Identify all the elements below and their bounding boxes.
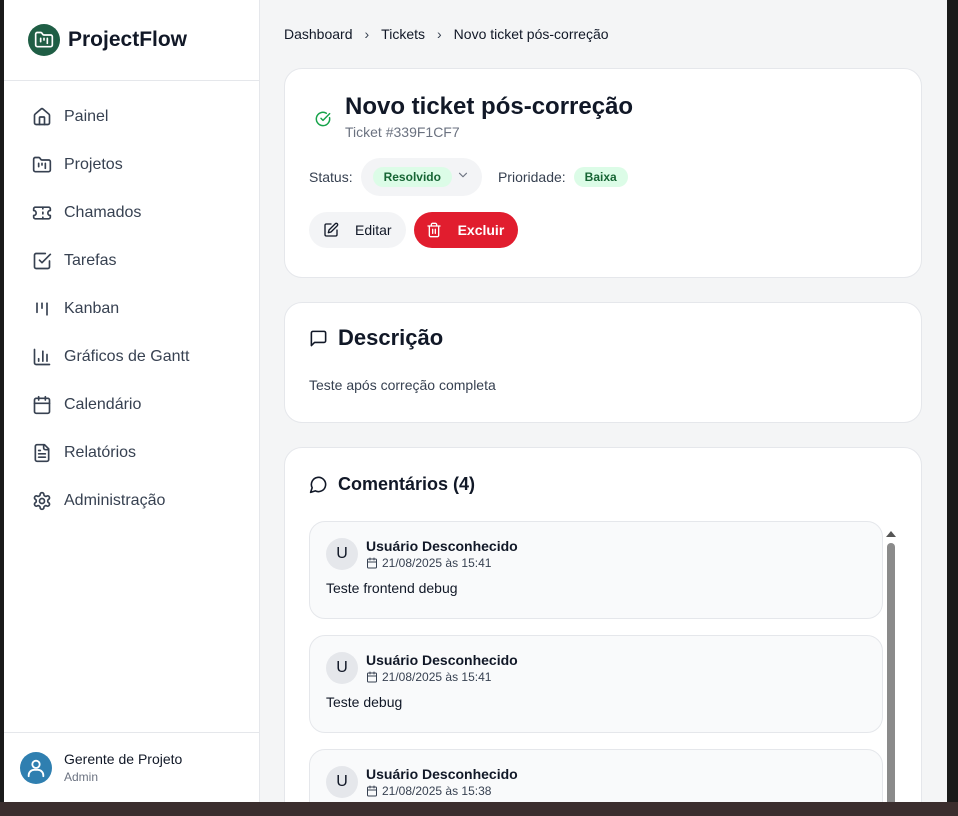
calendar-icon — [32, 395, 52, 415]
comment-author: Usuário Desconhecido — [366, 538, 518, 554]
trash-icon — [426, 222, 442, 238]
status-label: Status: — [309, 168, 353, 185]
sidebar-item-label: Gráficos de Gantt — [64, 348, 190, 365]
comments-scrollbar[interactable] — [885, 526, 897, 802]
sidebar-item-calendario[interactable]: Calendário — [4, 381, 259, 429]
ticket-card: Novo ticket pós-correção Ticket #339F1CF… — [284, 68, 922, 278]
brand-name: ProjectFlow — [68, 28, 188, 51]
sidebar-item-label: Calendário — [64, 396, 142, 413]
ticket-id: Ticket #339F1CF7 — [345, 123, 460, 140]
avatar: U — [326, 652, 358, 684]
sidebar-item-painel[interactable]: Painel — [4, 93, 259, 141]
home-icon — [32, 107, 52, 127]
check-circle-icon — [315, 111, 331, 132]
edit-icon — [323, 222, 339, 238]
file-text-icon — [32, 443, 52, 463]
comment-date: 21/08/2025 às 15:41 — [382, 670, 492, 684]
brand[interactable]: ProjectFlow — [4, 0, 259, 81]
status-select[interactable]: Resolvido — [360, 157, 482, 196]
message-square-icon — [309, 329, 328, 348]
bar-chart-icon — [32, 347, 52, 367]
folder-kanban-icon — [32, 155, 52, 175]
ticket-icon — [32, 203, 52, 223]
priority-badge: Baixa — [573, 166, 628, 187]
chevron-right-icon: › — [437, 26, 442, 42]
breadcrumb: Dashboard › Tickets › Novo ticket pós-co… — [284, 0, 923, 68]
sidebar-item-label: Administração — [64, 492, 166, 509]
sidebar: ProjectFlow Painel Projetos Chamados Tar… — [4, 0, 260, 802]
comment-item: U Usuário Desconhecido 21/08/2025 às 15:… — [309, 635, 883, 733]
sidebar-item-tarefas[interactable]: Tarefas — [4, 237, 259, 285]
user-avatar-icon — [20, 751, 52, 784]
breadcrumb-tickets[interactable]: Tickets — [381, 26, 425, 42]
edit-button[interactable]: Editar — [309, 211, 406, 248]
status-badge: Resolvido — [372, 166, 452, 187]
sidebar-item-label: Kanban — [64, 300, 120, 317]
chevron-right-icon: › — [364, 26, 370, 42]
sidebar-item-projetos[interactable]: Projetos — [4, 141, 259, 189]
app-window: ProjectFlow Painel Projetos Chamados Tar… — [4, 0, 947, 802]
user-name: Gerente de Projeto — [64, 751, 183, 767]
delete-button-label: Excluir — [457, 221, 505, 238]
avatar: U — [326, 766, 358, 798]
comment-date: 21/08/2025 às 15:41 — [382, 556, 492, 570]
scrollbar-thumb[interactable] — [887, 543, 895, 802]
breadcrumb-dashboard[interactable]: Dashboard — [284, 26, 353, 42]
window-edge-right — [947, 0, 958, 816]
main-content: Dashboard › Tickets › Novo ticket pós-co… — [260, 0, 947, 802]
sidebar-item-kanban[interactable]: Kanban — [4, 285, 259, 333]
priority-label: Prioridade: — [497, 168, 566, 185]
sidebar-item-label: Relatórios — [64, 444, 137, 461]
description-text: Teste após correção completa — [309, 377, 496, 393]
comment-date: 21/08/2025 às 15:38 — [382, 784, 492, 798]
sidebar-item-gantt[interactable]: Gráficos de Gantt — [4, 333, 259, 381]
description-title: Descrição — [338, 325, 444, 350]
comment-author: Usuário Desconhecido — [366, 766, 518, 782]
delete-button[interactable]: Excluir — [413, 211, 519, 248]
comment-author: Usuário Desconhecido — [366, 652, 518, 668]
brand-logo-icon — [28, 24, 60, 56]
comment-item: U Usuário Desconhecido 21/08/2025 às 15:… — [309, 521, 883, 619]
breadcrumb-current: Novo ticket pós-correção — [453, 26, 609, 42]
calendar-icon — [367, 557, 377, 569]
scroll-up-arrow-icon[interactable] — [886, 531, 896, 537]
window-edge-bottom — [0, 802, 958, 816]
description-card: Descrição Teste após correção completa — [284, 302, 922, 423]
page-title: Novo ticket pós-correção — [345, 93, 634, 120]
sidebar-item-label: Painel — [64, 108, 109, 125]
calendar-icon — [367, 671, 377, 683]
sidebar-item-label: Chamados — [64, 204, 142, 221]
user-profile[interactable]: Gerente de Projeto Admin — [4, 732, 259, 802]
comment-body: Teste frontend debug — [326, 580, 458, 596]
chevron-down-icon — [456, 168, 470, 185]
comments-list[interactable]: U Usuário Desconhecido 21/08/2025 às 15:… — [309, 521, 883, 802]
comment-item: U Usuário Desconhecido 21/08/2025 às 15:… — [309, 749, 883, 802]
sidebar-nav: Painel Projetos Chamados Tarefas Kanban … — [4, 81, 259, 525]
comment-body: Teste debug — [326, 694, 403, 710]
kanban-icon — [32, 299, 52, 319]
sidebar-item-chamados[interactable]: Chamados — [4, 189, 259, 237]
sidebar-item-relatorios[interactable]: Relatórios — [4, 429, 259, 477]
gear-icon — [32, 491, 52, 511]
checkbox-icon — [32, 251, 52, 271]
sidebar-item-label: Projetos — [64, 156, 123, 173]
calendar-icon — [367, 785, 377, 797]
sidebar-item-label: Tarefas — [64, 252, 117, 269]
user-role: Admin — [64, 770, 99, 784]
comments-title: Comentários (4) — [338, 474, 476, 494]
message-circle-icon — [309, 475, 328, 494]
comments-card: Comentários (4) U Usuário Desconhecido 2… — [284, 447, 922, 802]
edit-button-label: Editar — [355, 221, 392, 238]
sidebar-item-administracao[interactable]: Administração — [4, 477, 259, 525]
avatar: U — [326, 538, 358, 570]
